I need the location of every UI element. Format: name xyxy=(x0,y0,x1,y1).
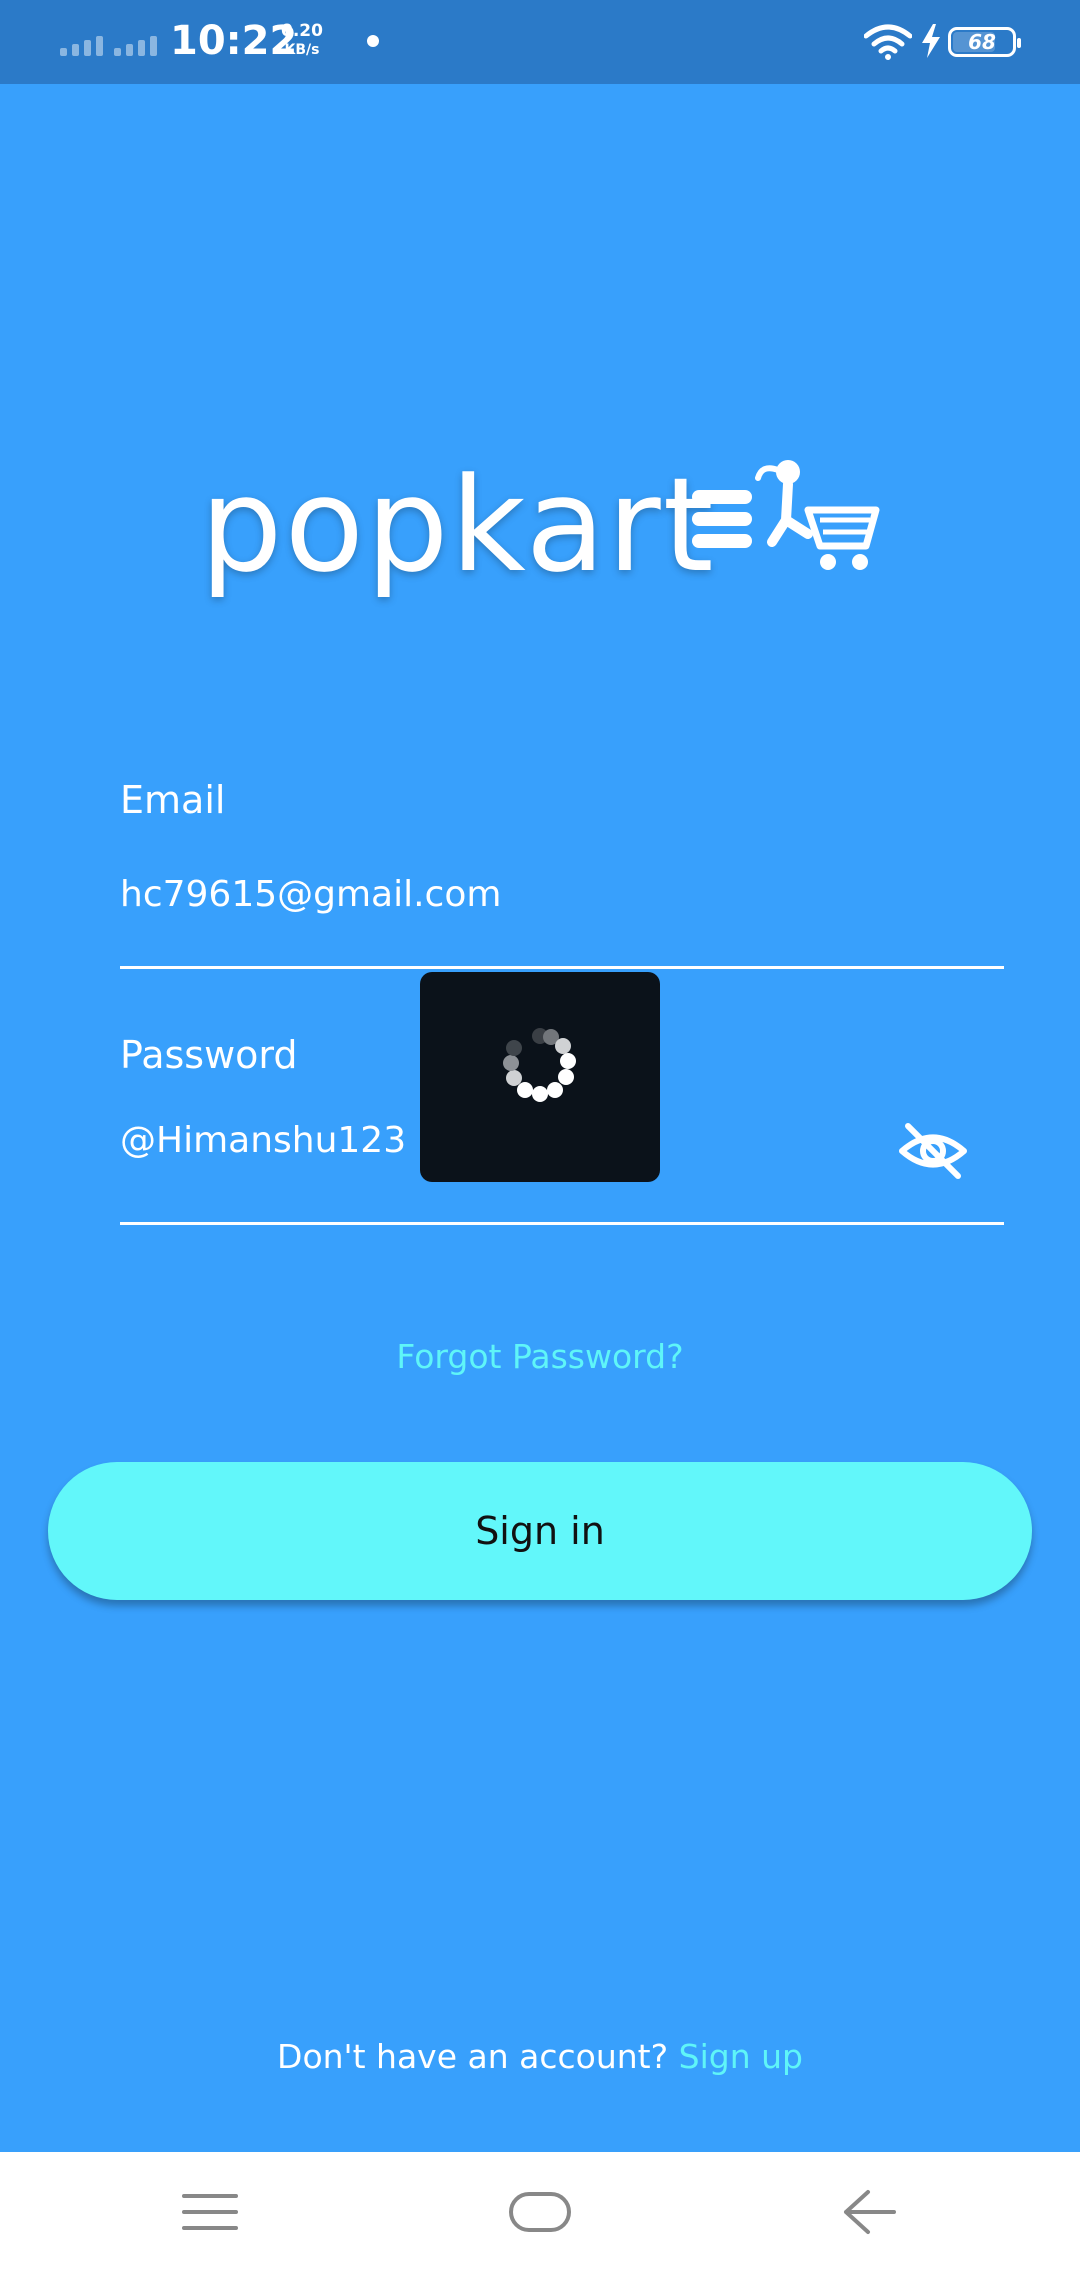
loading-spinner-icon xyxy=(503,1028,576,1102)
signup-row: Don't have an account? Sign up xyxy=(0,2037,1080,2076)
forgot-password-link[interactable]: Forgot Password? xyxy=(0,1337,1080,1376)
sign-in-button[interactable]: Sign in xyxy=(48,1462,1032,1600)
email-input[interactable]: hc79615@gmail.com xyxy=(120,874,501,915)
eye-off-icon[interactable] xyxy=(898,1120,968,1182)
wifi-icon xyxy=(864,24,912,60)
network-speed-value: 0.20 xyxy=(281,21,323,41)
popkart-logo: popkart xyxy=(200,450,890,600)
battery-percent: 68 xyxy=(968,30,996,54)
charging-icon xyxy=(922,24,940,58)
loading-overlay xyxy=(420,972,660,1182)
status-time: 10:22 xyxy=(170,18,298,64)
email-label: Email xyxy=(120,778,226,822)
signal-icon xyxy=(114,30,162,56)
status-bar: 10:22 0.20 KB/s 68 xyxy=(0,0,1080,84)
menu-icon[interactable] xyxy=(180,2188,240,2236)
home-icon[interactable] xyxy=(508,2188,572,2236)
signal-icon xyxy=(60,30,108,56)
battery-icon: 68 xyxy=(948,27,1021,57)
email-underline xyxy=(120,966,1004,969)
network-speed-unit: KB/s xyxy=(284,42,320,58)
password-underline xyxy=(120,1222,1004,1225)
network-speed: 0.20 KB/s xyxy=(281,22,323,60)
signup-link[interactable]: Sign up xyxy=(679,2037,803,2076)
notification-dot-icon xyxy=(367,35,379,47)
logo-text: popkart xyxy=(200,449,716,601)
signup-prompt: Don't have an account? xyxy=(277,2037,669,2076)
password-label: Password xyxy=(120,1033,298,1077)
navigation-bar xyxy=(0,2152,1080,2280)
back-icon[interactable] xyxy=(842,2188,898,2236)
shopping-cart-icon xyxy=(692,460,880,570)
password-input[interactable]: @Himanshu123 xyxy=(120,1120,406,1161)
